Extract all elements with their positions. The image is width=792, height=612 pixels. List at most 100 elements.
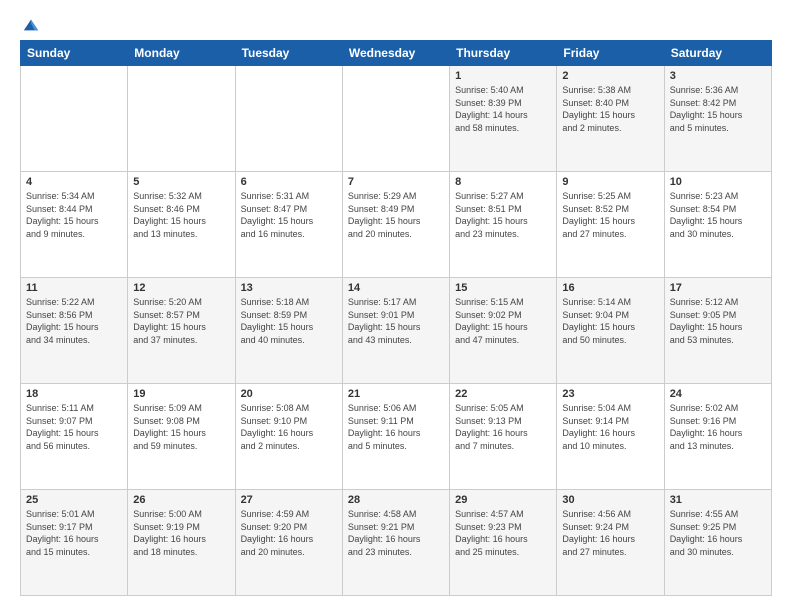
day-info: Sunrise: 5:06 AMSunset: 9:11 PMDaylight:… [348,402,444,452]
day-cell: 1 Sunrise: 5:40 AMSunset: 8:39 PMDaylight… [450,66,557,172]
week-row-2: 4 Sunrise: 5:34 AMSunset: 8:44 PMDaylight… [21,172,772,278]
week-row-5: 25 Sunrise: 5:01 AMSunset: 9:17 PMDayligh… [21,490,772,596]
day-info: Sunrise: 4:57 AMSunset: 9:23 PMDaylight:… [455,508,551,558]
day-cell: 28 Sunrise: 4:58 AMSunset: 9:21 PMDayligh… [342,490,449,596]
weekday-header-row: SundayMondayTuesdayWednesdayThursdayFrid… [21,41,772,66]
day-info: Sunrise: 5:20 AMSunset: 8:57 PMDaylight:… [133,296,229,346]
day-cell: 29 Sunrise: 4:57 AMSunset: 9:23 PMDayligh… [450,490,557,596]
header [20,16,772,30]
day-number: 12 [133,282,229,294]
day-info: Sunrise: 4:59 AMSunset: 9:20 PMDaylight:… [241,508,337,558]
day-info: Sunrise: 5:27 AMSunset: 8:51 PMDaylight:… [455,190,551,240]
day-info: Sunrise: 5:15 AMSunset: 9:02 PMDaylight:… [455,296,551,346]
day-info: Sunrise: 5:05 AMSunset: 9:13 PMDaylight:… [455,402,551,452]
day-info: Sunrise: 4:56 AMSunset: 9:24 PMDaylight:… [562,508,658,558]
day-number: 11 [26,282,122,294]
day-cell: 12 Sunrise: 5:20 AMSunset: 8:57 PMDayligh… [128,278,235,384]
weekday-friday: Friday [557,41,664,66]
day-number: 10 [670,176,766,188]
day-number: 5 [133,176,229,188]
day-number: 18 [26,388,122,400]
weekday-saturday: Saturday [664,41,771,66]
day-number: 3 [670,70,766,82]
weekday-wednesday: Wednesday [342,41,449,66]
day-info: Sunrise: 5:02 AMSunset: 9:16 PMDaylight:… [670,402,766,452]
day-info: Sunrise: 5:40 AMSunset: 8:39 PMDaylight:… [455,84,551,134]
day-cell: 8 Sunrise: 5:27 AMSunset: 8:51 PMDaylight… [450,172,557,278]
day-cell: 23 Sunrise: 5:04 AMSunset: 9:14 PMDayligh… [557,384,664,490]
day-cell: 30 Sunrise: 4:56 AMSunset: 9:24 PMDayligh… [557,490,664,596]
day-info: Sunrise: 5:00 AMSunset: 9:19 PMDaylight:… [133,508,229,558]
day-cell [128,66,235,172]
day-number: 24 [670,388,766,400]
day-number: 9 [562,176,658,188]
day-cell: 6Sunrise: 5:31 AMSunset: 8:47 PMDaylight… [235,172,342,278]
weekday-monday: Monday [128,41,235,66]
day-cell: 24 Sunrise: 5:02 AMSunset: 9:16 PMDayligh… [664,384,771,490]
logo-icon [22,16,40,34]
day-cell: 7Sunrise: 5:29 AMSunset: 8:49 PMDaylight… [342,172,449,278]
day-number: 15 [455,282,551,294]
day-info: Sunrise: 5:25 AMSunset: 8:52 PMDaylight:… [562,190,658,240]
day-info: Sunrise: 5:22 AMSunset: 8:56 PMDaylight:… [26,296,122,346]
day-cell: 2 Sunrise: 5:38 AMSunset: 8:40 PMDaylight… [557,66,664,172]
calendar-table: SundayMondayTuesdayWednesdayThursdayFrid… [20,40,772,596]
day-cell: 22 Sunrise: 5:05 AMSunset: 9:13 PMDayligh… [450,384,557,490]
day-number: 8 [455,176,551,188]
day-cell: 4 Sunrise: 5:34 AMSunset: 8:44 PMDaylight… [21,172,128,278]
day-cell [21,66,128,172]
day-number: 29 [455,494,551,506]
day-cell: 14Sunrise: 5:17 AMSunset: 9:01 PMDayligh… [342,278,449,384]
day-cell: 3 Sunrise: 5:36 AMSunset: 8:42 PMDaylight… [664,66,771,172]
day-info: Sunrise: 5:36 AMSunset: 8:42 PMDaylight:… [670,84,766,134]
day-number: 19 [133,388,229,400]
day-number: 7 [348,176,444,188]
day-cell [342,66,449,172]
day-info: Sunrise: 4:58 AMSunset: 9:21 PMDaylight:… [348,508,444,558]
day-info: Sunrise: 5:01 AMSunset: 9:17 PMDaylight:… [26,508,122,558]
day-number: 26 [133,494,229,506]
day-number: 4 [26,176,122,188]
day-number: 22 [455,388,551,400]
weekday-tuesday: Tuesday [235,41,342,66]
day-cell: 25 Sunrise: 5:01 AMSunset: 9:17 PMDayligh… [21,490,128,596]
day-info: Sunrise: 5:04 AMSunset: 9:14 PMDaylight:… [562,402,658,452]
logo [20,16,40,30]
day-number: 30 [562,494,658,506]
day-info: Sunrise: 5:09 AMSunset: 9:08 PMDaylight:… [133,402,229,452]
day-cell: 9 Sunrise: 5:25 AMSunset: 8:52 PMDaylight… [557,172,664,278]
day-number: 16 [562,282,658,294]
day-cell [235,66,342,172]
day-info: Sunrise: 5:18 AMSunset: 8:59 PMDaylight:… [241,296,337,346]
weekday-thursday: Thursday [450,41,557,66]
day-cell: 26 Sunrise: 5:00 AMSunset: 9:19 PMDayligh… [128,490,235,596]
day-info: Sunrise: 5:17 AMSunset: 9:01 PMDaylight:… [348,296,444,346]
page: SundayMondayTuesdayWednesdayThursdayFrid… [0,0,792,612]
day-cell: 10Sunrise: 5:23 AMSunset: 8:54 PMDayligh… [664,172,771,278]
day-number: 27 [241,494,337,506]
day-number: 28 [348,494,444,506]
day-number: 25 [26,494,122,506]
weekday-sunday: Sunday [21,41,128,66]
day-cell: 5 Sunrise: 5:32 AMSunset: 8:46 PMDaylight… [128,172,235,278]
day-info: Sunrise: 5:38 AMSunset: 8:40 PMDaylight:… [562,84,658,134]
day-cell: 13 Sunrise: 5:18 AMSunset: 8:59 PMDayligh… [235,278,342,384]
day-number: 2 [562,70,658,82]
week-row-4: 18 Sunrise: 5:11 AMSunset: 9:07 PMDayligh… [21,384,772,490]
day-number: 23 [562,388,658,400]
day-cell: 16Sunrise: 5:14 AMSunset: 9:04 PMDayligh… [557,278,664,384]
day-cell: 20Sunrise: 5:08 AMSunset: 9:10 PMDayligh… [235,384,342,490]
day-info: Sunrise: 5:32 AMSunset: 8:46 PMDaylight:… [133,190,229,240]
day-number: 17 [670,282,766,294]
day-number: 13 [241,282,337,294]
day-info: Sunrise: 5:34 AMSunset: 8:44 PMDaylight:… [26,190,122,240]
day-info: Sunrise: 5:08 AMSunset: 9:10 PMDaylight:… [241,402,337,452]
day-cell: 18 Sunrise: 5:11 AMSunset: 9:07 PMDayligh… [21,384,128,490]
day-number: 1 [455,70,551,82]
day-number: 21 [348,388,444,400]
day-cell: 19 Sunrise: 5:09 AMSunset: 9:08 PMDayligh… [128,384,235,490]
week-row-3: 11 Sunrise: 5:22 AMSunset: 8:56 PMDayligh… [21,278,772,384]
day-cell: 27 Sunrise: 4:59 AMSunset: 9:20 PMDayligh… [235,490,342,596]
day-info: Sunrise: 5:11 AMSunset: 9:07 PMDaylight:… [26,402,122,452]
day-info: Sunrise: 4:55 AMSunset: 9:25 PMDaylight:… [670,508,766,558]
